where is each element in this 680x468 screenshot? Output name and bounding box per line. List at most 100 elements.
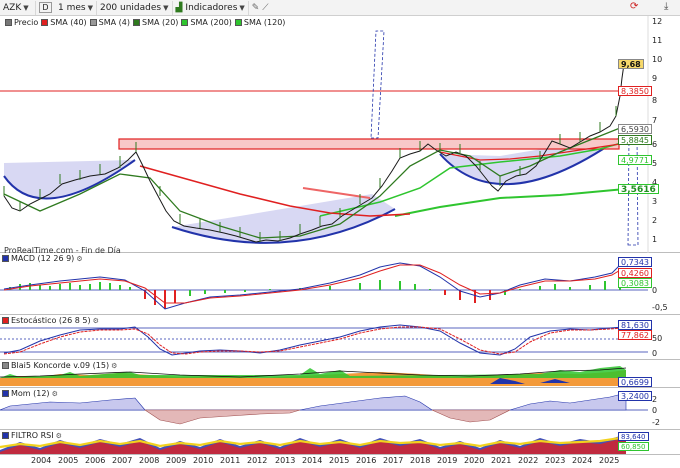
stochastic-label-text: Estocástico (26 8 5) [11,316,91,325]
stochastic-panel: Estocástico (26 8 5) ⚙ 81,630 77,862 50 0 [0,315,680,360]
mom-tick-neg2: -2 [652,418,660,427]
draw-tools-button[interactable]: ✎ ⟋ [249,1,293,15]
price-tick-7: 7 [652,116,658,125]
year-label: 2004 [31,456,52,465]
indicators-text: Indicadores [185,2,238,13]
units-text: 200 unidades [99,2,162,13]
momentum-panel: Mom (12) ⚙ 3,2400 2 0 -2 [0,388,680,430]
indicators-button[interactable]: ▟ Indicadores ▼ [173,0,249,15]
indicators-icon: ▟ [175,2,183,13]
price-tick-10: 10 [652,55,663,64]
year-label: 2014 [302,456,323,465]
macd-value-2: 0,4260 [618,268,652,278]
year-label: 2023 [545,456,566,465]
koncorde-swatch [2,362,9,369]
year-label: 2015 [329,456,350,465]
drawing-icon: ✎ ⟋ [251,2,269,13]
year-label: 2019 [437,456,458,465]
year-label: 2020 [464,456,485,465]
sma200-line [394,188,626,217]
symbol-selector[interactable]: AZK ▼ [0,0,36,15]
download-icon[interactable]: ⤓ [664,1,668,12]
stochastic-swatch [2,317,9,324]
sma4-tag: 6,5930 [618,124,652,134]
macd-swatch [2,255,9,262]
toolbar: AZK ▼ D 1 mes ▼ 200 unidades ▼ ▟ Indicad… [0,0,680,16]
rsi-value-2: 60,850 [618,442,649,451]
koncorde-label[interactable]: Blai5 Koncorde v.09 (15) ⚙ [2,361,118,370]
rsi-filter-label-text: FILTRO RSI [11,431,54,440]
macd-panel: MACD (12 26 9) ⚙ 0,7343 0,4260 0,3083 0 -… [0,253,680,315]
koncorde-label-text: Blai5 Koncorde v.09 (15) [11,361,110,370]
x-axis-years: 2004 2005 2006 2007 2008 2009 2010 2011 … [0,455,680,468]
stoch-tick-50: 50 [652,334,663,343]
macd-label-text: MACD (12 26 9) [11,254,75,263]
mom-tick-2: 2 [652,395,658,404]
price-chart[interactable] [0,16,680,253]
last-price-tag: 9,68 [618,59,644,69]
gear-icon[interactable]: ⚙ [111,362,117,370]
rsi-value-1: 83,640 [618,432,649,441]
price-tick-5: 5 [652,159,658,168]
sma200-tag: 3,5616 [618,184,659,195]
year-label: 2005 [58,456,79,465]
macd-histogram-neg [144,290,491,309]
price-tick-12: 12 [652,17,663,26]
year-label: 2025 [599,456,620,465]
timeframe-selector[interactable]: 1 mes ▼ [55,0,97,15]
rsi-filter-panel: FILTRO RSI ⚙ 83,640 60,850 [0,430,680,455]
chevron-down-icon: ▼ [163,3,169,12]
year-label: 2010 [193,456,214,465]
gear-icon[interactable]: ⚙ [52,390,58,398]
macd-label[interactable]: MACD (12 26 9) ⚙ [2,254,83,263]
chevron-down-icon: ▼ [239,3,245,12]
gear-icon[interactable]: ⚙ [76,255,82,263]
stochastic-label[interactable]: Estocástico (26 8 5) ⚙ [2,316,99,325]
sma20-tag: 5,8845 [618,135,652,145]
chevron-down-icon: ▼ [23,3,29,12]
stoch-value-1: 81,630 [618,320,652,330]
stochastic-chart[interactable] [0,315,680,360]
refresh-icon[interactable]: ⟳ [630,1,638,12]
koncorde-panel: Blai5 Koncorde v.09 (15) ⚙ 0,6699 [0,360,680,388]
mom-tick-0: 0 [652,406,658,415]
price-tick-2: 2 [652,216,658,225]
resistance-zone [118,138,620,150]
projection-box-1 [370,30,385,139]
timeframe-text: 1 mes [58,2,86,13]
momentum-label-text: Mom (12) [11,389,50,398]
year-label: 2017 [383,456,404,465]
rsi-filter-chart[interactable] [0,430,680,455]
momentum-chart[interactable] [0,388,680,430]
chevron-down-icon: ▼ [87,3,93,12]
period-badge[interactable]: D [39,2,52,13]
koncorde-value: 0,6699 [618,377,652,387]
symbol-text: AZK [3,2,22,13]
macd-value-1: 0,7343 [618,257,652,267]
price-tick-8: 8 [652,96,658,105]
stoch-d-line [3,326,625,355]
year-label: 2013 [275,456,296,465]
rsi-filter-label[interactable]: FILTRO RSI ⚙ [2,431,62,440]
gear-icon[interactable]: ⚙ [56,432,62,440]
year-label: 2011 [220,456,241,465]
macd-tick-0: 0 [652,286,658,295]
momentum-value: 3,2400 [618,391,652,401]
units-selector[interactable]: 200 unidades ▼ [97,0,173,15]
year-label: 2012 [247,456,268,465]
momentum-label[interactable]: Mom (12) ⚙ [2,389,58,398]
macd-line [3,262,623,310]
price-tick-6: 6 [652,140,658,149]
resistance-tag: 8,3850 [618,86,652,96]
price-tick-1: 1 [652,235,658,244]
year-label: 2022 [518,456,539,465]
year-label: 2009 [166,456,187,465]
macd-signal-line [3,264,623,304]
year-label: 2018 [410,456,431,465]
year-label: 2024 [572,456,593,465]
stoch-tick-0: 0 [652,349,658,358]
gear-icon[interactable]: ⚙ [93,317,99,325]
price-tick-11: 11 [652,36,663,45]
macd-chart[interactable] [0,253,680,315]
macd-histogram [9,273,621,309]
